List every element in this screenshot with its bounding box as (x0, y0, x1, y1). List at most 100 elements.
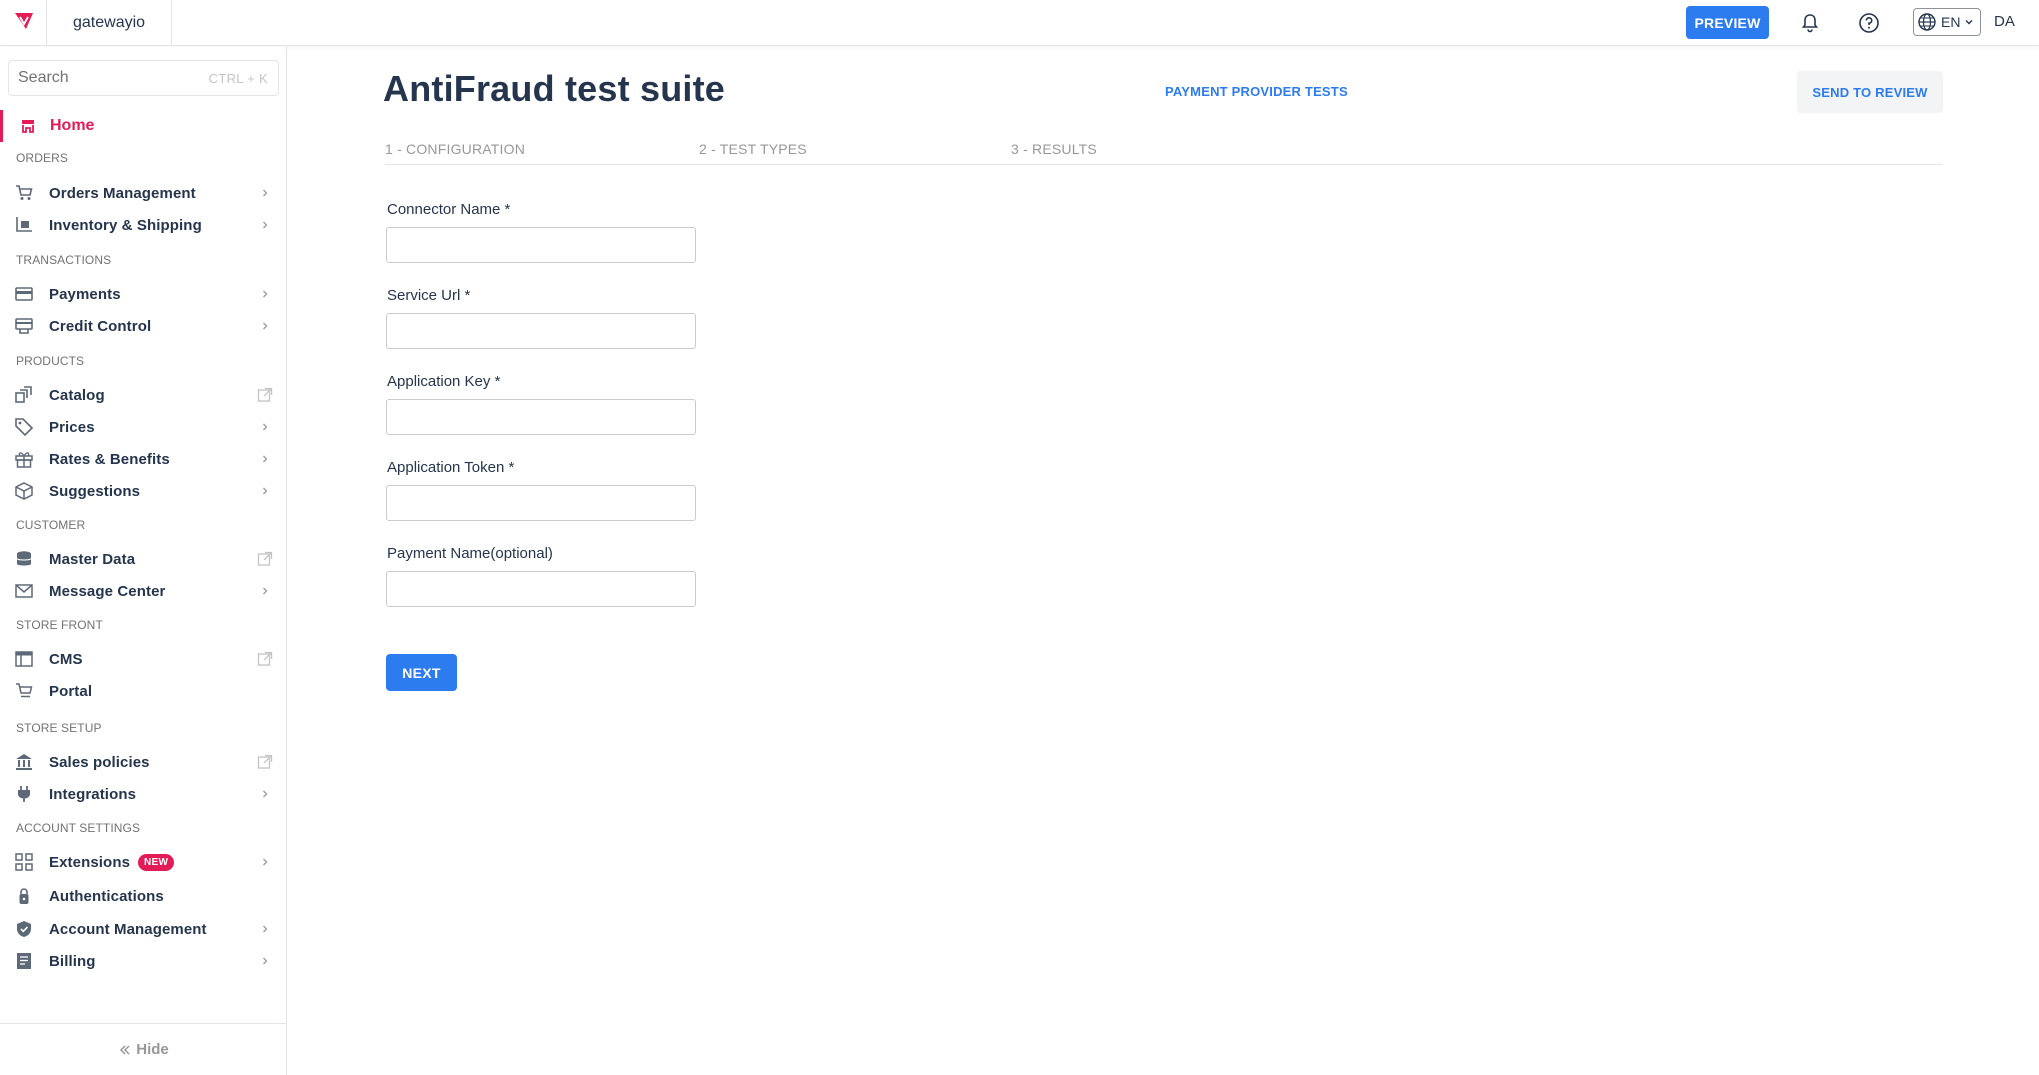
chevron-right-icon (257, 786, 273, 802)
chevron-right-icon (257, 286, 273, 302)
layout-icon (15, 650, 33, 668)
chevron-right-icon (257, 583, 273, 599)
sidebar-item-portal[interactable]: Portal (0, 676, 287, 706)
sidebar-item-label: Prices (49, 418, 95, 436)
sidebar-item-label: Home (50, 117, 95, 134)
sidebar-item-label: Suggestions (49, 482, 141, 500)
sidebar-item-home[interactable]: Home (0, 110, 287, 142)
database-icon (15, 550, 33, 568)
chevron-right-icon (257, 921, 273, 937)
payment-name-input[interactable] (386, 571, 696, 607)
bell-icon[interactable] (1798, 11, 1822, 35)
mail-icon (15, 582, 33, 600)
sidebar: Search CTRL + K Home ORDERS TRANSACTIONS… (0, 47, 287, 1075)
preview-button[interactable]: PREVIEW (1686, 6, 1769, 39)
dolly-icon (15, 216, 33, 234)
chevron-down-icon (1964, 17, 1974, 27)
sidebar-item-label: Credit Control (49, 317, 152, 335)
step-results[interactable]: 3 - RESULTS (1011, 141, 1097, 157)
application-key-label: Application Key * (387, 373, 501, 390)
cart-icon (15, 184, 33, 202)
vtex-logo-icon[interactable] (12, 10, 36, 34)
chevron-right-icon (257, 419, 273, 435)
card-icon (15, 285, 33, 303)
connector-name-input[interactable] (386, 227, 696, 263)
stepper: 1 - CONFIGURATION 2 - TEST TYPES 3 - RES… (385, 139, 1942, 165)
application-token-label: Application Token * (387, 459, 515, 476)
sidebar-item-extensions[interactable]: Extensions NEW (0, 847, 287, 877)
sidebar-item-integrations[interactable]: Integrations (0, 779, 287, 809)
sidebar-item-account-management[interactable]: Account Management (0, 914, 287, 944)
next-button[interactable]: NEXT (386, 654, 457, 691)
sidebar-item-prices[interactable]: Prices (0, 412, 287, 442)
application-token-input[interactable] (386, 485, 696, 521)
application-key-input[interactable] (386, 399, 696, 435)
external-link-icon (257, 551, 273, 567)
box-icon (15, 482, 33, 500)
sidebar-item-billing[interactable]: Billing (0, 946, 287, 976)
external-link-icon (257, 754, 273, 770)
sidebar-item-label: Sales policies (49, 753, 150, 771)
sidebar-item-label: CMS (49, 650, 83, 668)
sidebar-item-cms[interactable]: CMS (0, 644, 287, 674)
sidebar-item-label: Portal (49, 682, 93, 700)
plug-icon (15, 785, 33, 803)
top-bar: gatewayio PREVIEW EN DA (0, 0, 2039, 46)
sidebar-item-master-data[interactable]: Master Data (0, 544, 287, 574)
language-selector[interactable]: EN (1913, 8, 1981, 36)
chevron-right-icon (257, 953, 273, 969)
send-to-review-button[interactable]: SEND TO REVIEW (1797, 71, 1943, 113)
step-configuration[interactable]: 1 - CONFIGURATION (385, 141, 525, 157)
bank-icon (15, 753, 33, 771)
sidebar-item-label: Extensions (49, 853, 131, 871)
catalog-icon (15, 386, 33, 404)
section-title-customer: CUSTOMER (16, 518, 86, 532)
search-placeholder: Search (18, 69, 69, 86)
lock-icon (15, 887, 33, 905)
sidebar-item-credit-control[interactable]: Credit Control (0, 311, 287, 341)
sidebar-item-inventory-shipping[interactable]: Inventory & Shipping (0, 210, 287, 240)
sidebar-item-label: Account Management (49, 920, 207, 938)
new-badge: NEW (138, 853, 175, 871)
sidebar-item-label: Message Center (49, 582, 166, 600)
sidebar-search[interactable]: Search CTRL + K (8, 60, 279, 96)
sidebar-item-sales-policies[interactable]: Sales policies (0, 747, 287, 777)
shield-icon (15, 920, 33, 938)
store-icon (19, 117, 37, 135)
section-title-store-front: STORE FRONT (16, 618, 103, 632)
service-url-input[interactable] (386, 313, 696, 349)
sidebar-item-authentications[interactable]: Authentications (0, 881, 287, 911)
page-title: AntiFraud test suite (383, 68, 726, 109)
account-switcher[interactable]: gatewayio (46, 0, 173, 46)
payment-name-label: Payment Name(optional) (387, 545, 553, 562)
sidebar-item-rates-benefits[interactable]: Rates & Benefits (0, 444, 287, 474)
user-avatar[interactable]: DA (1994, 13, 2015, 30)
hide-sidebar-button[interactable]: Hide (0, 1023, 287, 1075)
sidebar-item-label: Billing (49, 952, 96, 970)
gift-icon (15, 450, 33, 468)
tag-icon (15, 418, 33, 436)
sidebar-item-message-center[interactable]: Message Center (0, 576, 287, 606)
account-name: gatewayio (73, 14, 146, 31)
step-test-types[interactable]: 2 - TEST TYPES (699, 141, 807, 157)
chevron-right-icon (257, 217, 273, 233)
help-icon[interactable] (1857, 11, 1881, 35)
section-title-orders: ORDERS (16, 151, 68, 165)
sidebar-item-label: Rates & Benefits (49, 450, 170, 468)
chevron-right-icon (257, 854, 273, 870)
sidebar-item-orders-management[interactable]: Orders Management (0, 178, 287, 208)
payment-provider-tests-link[interactable]: PAYMENT PROVIDER TESTS (1165, 84, 1348, 99)
section-title-account-settings: ACCOUNT SETTINGS (16, 821, 141, 835)
service-url-label: Service Url * (387, 287, 471, 304)
grid-icon (15, 853, 33, 871)
language-code: EN (1941, 14, 1961, 30)
sidebar-item-payments[interactable]: Payments (0, 279, 287, 309)
sidebar-item-suggestions[interactable]: Suggestions (0, 476, 287, 506)
search-shortcut: CTRL + K (208, 70, 268, 86)
sidebar-item-label: Master Data (49, 550, 136, 568)
external-link-icon (257, 387, 273, 403)
sidebar-item-label: Authentications (49, 887, 164, 905)
chevron-right-icon (257, 318, 273, 334)
sidebar-item-catalog[interactable]: Catalog (0, 380, 287, 410)
section-title-transactions: TRANSACTIONS (16, 253, 112, 267)
